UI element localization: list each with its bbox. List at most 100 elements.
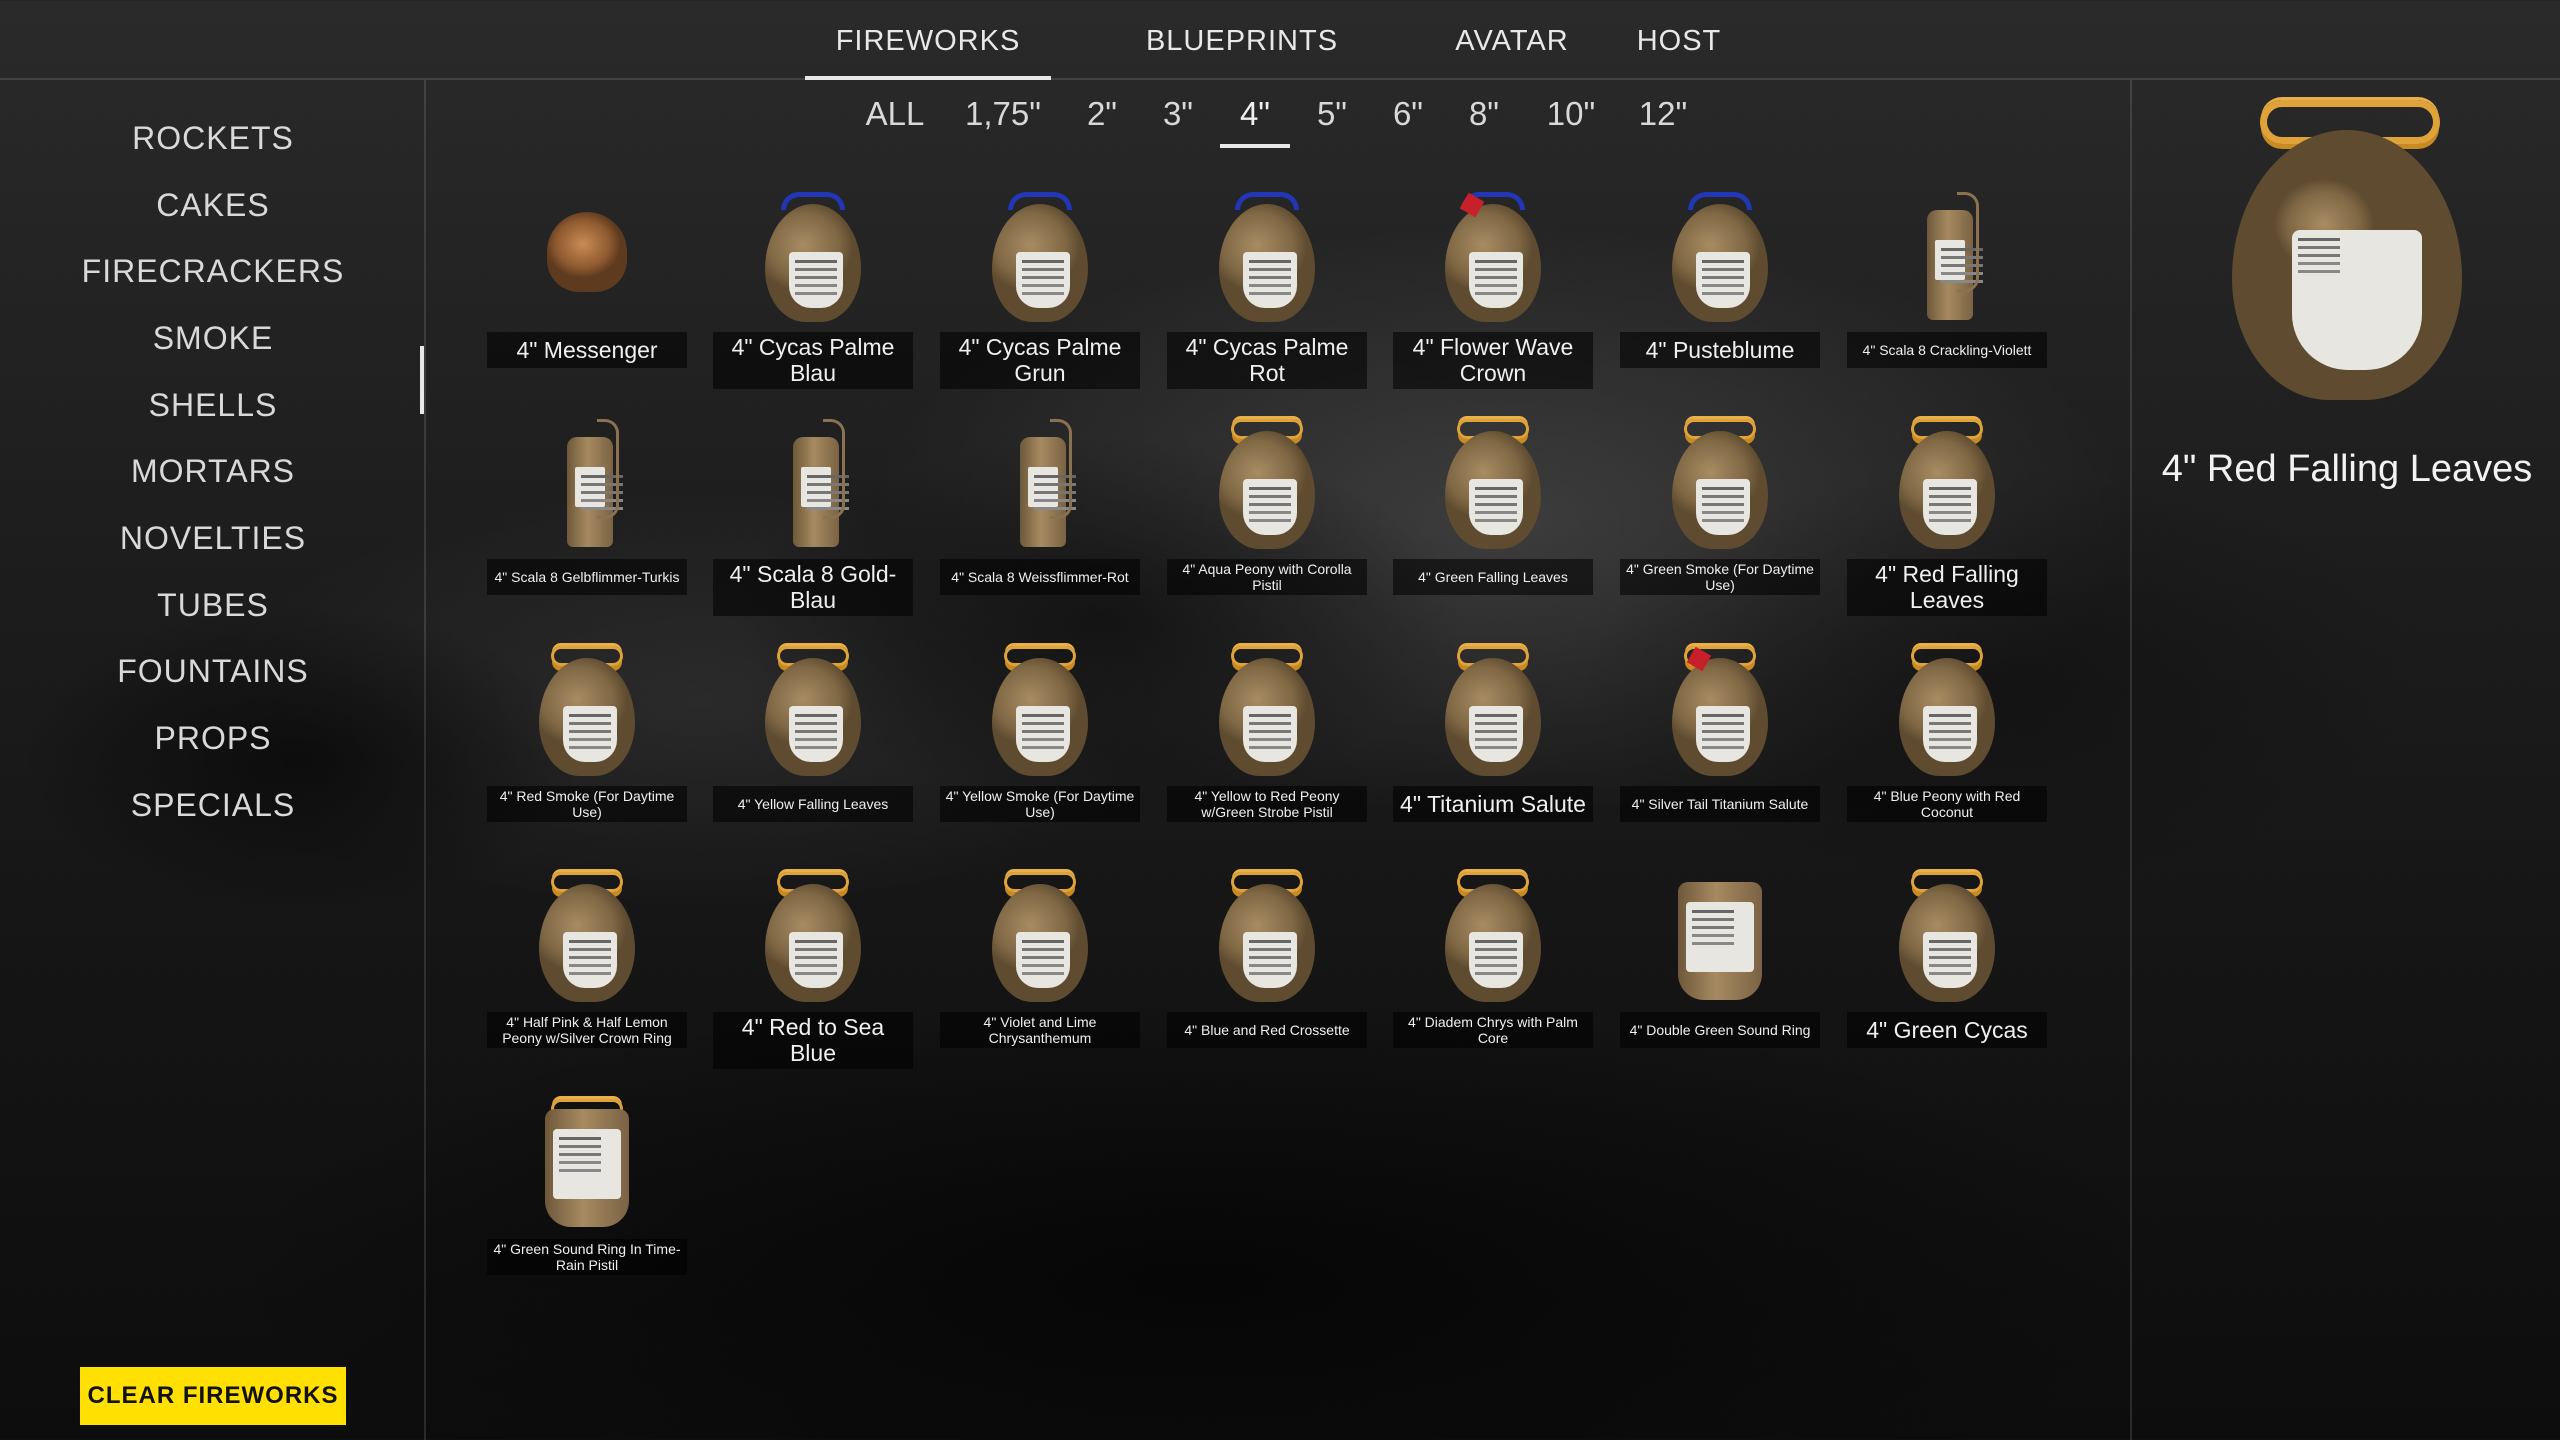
firework-item-label: 4" Green Cycas — [1847, 1012, 2047, 1048]
sidebar-item-smoke[interactable]: SMOKE — [0, 313, 426, 363]
firework-item[interactable]: 4" Green Cycas — [1847, 852, 2047, 1052]
firework-item[interactable]: 4" Red to Sea Blue — [713, 852, 913, 1069]
firework-thumbnail — [713, 852, 913, 1012]
firework-item[interactable]: 4" Yellow to Red Peony w/Green Strobe Pi… — [1167, 626, 1367, 826]
size-filter-5[interactable]: 5" — [1306, 88, 1358, 148]
firework-item[interactable]: 4" Aqua Peony with Corolla Pistil — [1167, 399, 1367, 599]
firework-thumbnail — [487, 172, 687, 332]
firework-thumbnail — [1620, 852, 1820, 1012]
firework-thumbnail — [487, 852, 687, 1012]
firework-item[interactable]: 4" Scala 8 Crackling-Violett — [1847, 172, 2047, 372]
tab-fireworks[interactable]: FIREWORKS — [805, 0, 1051, 80]
gold-fuse-shell-icon — [1897, 872, 1997, 1002]
firework-item-label: 4" Scala 8 Crackling-Violett — [1847, 332, 2047, 368]
firework-item[interactable]: 4" Blue Peony with Red Coconut — [1847, 626, 2047, 826]
tab-blueprints[interactable]: BLUEPRINTS — [1130, 0, 1354, 80]
sidebar-item-fountains[interactable]: FOUNTAINS — [0, 646, 426, 696]
firework-item[interactable]: 4" Violet and Lime Chrysanthemum — [940, 852, 1140, 1052]
size-filter-2[interactable]: 2" — [1076, 88, 1128, 148]
firework-item[interactable]: 4" Flower Wave Crown — [1393, 172, 1593, 389]
gold-fuse-shell-icon — [1443, 419, 1543, 549]
firework-item[interactable]: 4" Red Falling Leaves — [1847, 399, 2047, 616]
firework-item[interactable]: 4" Scala 8 Gelbflimmer-Turkis — [487, 399, 687, 599]
firework-item-label: 4" Scala 8 Gold-Blau — [713, 559, 913, 616]
firework-item[interactable]: 4" Titanium Salute — [1393, 626, 1593, 826]
firework-item-label: 4" Cycas Palme Grun — [940, 332, 1140, 389]
firework-item[interactable]: 4" Yellow Smoke (For Daytime Use) — [940, 626, 1140, 826]
preview-title: 4" Red Falling Leaves — [2161, 448, 2533, 490]
firework-thumbnail — [1620, 626, 1820, 786]
active-category-indicator — [420, 346, 424, 414]
firework-item[interactable]: 4" Diadem Chrys with Palm Core — [1393, 852, 1593, 1052]
sidebar-item-cakes[interactable]: CAKES — [0, 180, 426, 230]
sidebar-item-novelties[interactable]: NOVELTIES — [0, 513, 426, 563]
blue-fuse-shell-icon — [1670, 192, 1770, 322]
firework-thumbnail — [1620, 172, 1820, 332]
firework-thumbnail — [940, 172, 1140, 332]
gold-fuse-shell-icon — [990, 646, 1090, 776]
firework-item-label: 4" Flower Wave Crown — [1393, 332, 1593, 389]
top-navigation: FIREWORKS BLUEPRINTS AVATAR HOST — [0, 0, 2560, 80]
firework-item[interactable]: 4" Red Smoke (For Daytime Use) — [487, 626, 687, 826]
firework-item[interactable]: 4" Yellow Falling Leaves — [713, 626, 913, 826]
firework-thumbnail — [1167, 626, 1367, 786]
sidebar-item-firecrackers[interactable]: FIRECRACKERS — [0, 246, 426, 296]
firework-item-label: 4" Yellow Falling Leaves — [713, 786, 913, 822]
sidebar-item-specials[interactable]: SPECIALS — [0, 780, 426, 830]
sidebar-item-shells[interactable]: SHELLS — [0, 380, 426, 430]
size-filter-all[interactable]: ALL — [860, 88, 930, 148]
gold-fuse-shell-icon — [537, 872, 637, 1002]
sidebar-item-rockets[interactable]: ROCKETS — [0, 113, 426, 163]
firework-thumbnail — [1847, 399, 2047, 559]
firework-item[interactable]: 4" Silver Tail Titanium Salute — [1620, 626, 1820, 826]
firework-item-label: 4" Silver Tail Titanium Salute — [1620, 786, 1820, 822]
firework-thumbnail — [940, 626, 1140, 786]
firework-thumbnail — [1847, 626, 2047, 786]
size-filter-10[interactable]: 10" — [1538, 88, 1604, 148]
firework-thumbnail — [1167, 172, 1367, 332]
blue-fuse-shell-icon — [763, 192, 863, 322]
tab-host[interactable]: HOST — [1622, 0, 1736, 80]
firework-item-label: 4" Messenger — [487, 332, 687, 368]
size-filter-4[interactable]: 4" — [1220, 88, 1290, 148]
firework-item[interactable]: 4" Blue and Red Crossette — [1167, 852, 1367, 1052]
firework-item[interactable]: 4" Scala 8 Weissflimmer-Rot — [940, 399, 1140, 599]
tab-avatar[interactable]: AVATAR — [1440, 0, 1584, 80]
size-filter-8[interactable]: 8" — [1458, 88, 1510, 148]
size-filter-6[interactable]: 6" — [1382, 88, 1434, 148]
clear-fireworks-button[interactable]: CLEAR FIREWORKS — [80, 1367, 346, 1425]
firework-item[interactable]: 4" Green Falling Leaves — [1393, 399, 1593, 599]
scala-shell-icon — [1897, 192, 1997, 322]
size-filter-1-75[interactable]: 1,75" — [958, 88, 1048, 148]
gold-fuse-shell-icon — [1217, 872, 1317, 1002]
sidebar-item-tubes[interactable]: TUBES — [0, 580, 426, 630]
firework-item[interactable]: 4" Cycas Palme Blau — [713, 172, 913, 389]
size-filter-12[interactable]: 12" — [1630, 88, 1696, 148]
firework-item-label: 4" Half Pink & Half Lemon Peony w/Silver… — [487, 1012, 687, 1049]
firework-item[interactable]: 4" Double Green Sound Ring — [1620, 852, 1820, 1052]
cylinder-gold-fuse-shell-icon — [537, 1099, 637, 1229]
firework-item[interactable]: 4" Green Sound Ring In Time-Rain Pistil — [487, 1079, 687, 1279]
firework-item-label: 4" Aqua Peony with Corolla Pistil — [1167, 559, 1367, 596]
scala-shell-icon — [537, 419, 637, 549]
firework-item[interactable]: 4" Cycas Palme Grun — [940, 172, 1140, 389]
size-filter-3[interactable]: 3" — [1152, 88, 1204, 148]
firework-item[interactable]: 4" Half Pink & Half Lemon Peony w/Silver… — [487, 852, 687, 1052]
firework-item[interactable]: 4" Cycas Palme Rot — [1167, 172, 1367, 389]
firework-item[interactable]: 4" Messenger — [487, 172, 687, 372]
sidebar-item-props[interactable]: PROPS — [0, 713, 426, 763]
firework-item-label: 4" Scala 8 Gelbflimmer-Turkis — [487, 559, 687, 595]
firework-item-label: 4" Yellow Smoke (For Daytime Use) — [940, 786, 1140, 823]
firework-thumbnail — [713, 172, 913, 332]
firework-thumbnail — [1847, 852, 2047, 1012]
firework-item[interactable]: 4" Scala 8 Gold-Blau — [713, 399, 913, 616]
firework-item-label: 4" Green Sound Ring In Time-Rain Pistil — [487, 1239, 687, 1276]
firework-thumbnail — [940, 852, 1140, 1012]
firework-item[interactable]: 4" Pusteblume — [1620, 172, 1820, 372]
firework-thumbnail — [713, 626, 913, 786]
firework-thumbnail — [713, 399, 913, 559]
sidebar-item-mortars[interactable]: MORTARS — [0, 446, 426, 496]
gold-fuse-shell-icon — [1670, 419, 1770, 549]
firework-item-label: 4" Blue and Red Crossette — [1167, 1012, 1367, 1048]
firework-item[interactable]: 4" Green Smoke (For Daytime Use) — [1620, 399, 1820, 599]
